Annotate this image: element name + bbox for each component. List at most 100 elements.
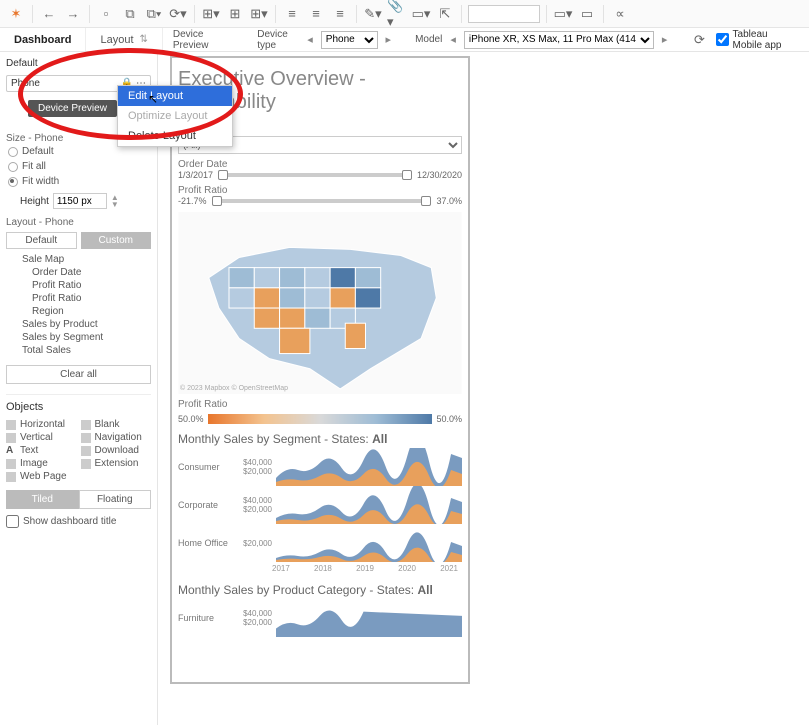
- model-next-icon[interactable]: ▸: [662, 33, 668, 46]
- tab-layout[interactable]: Layout⇅: [86, 28, 162, 51]
- presentation-icon[interactable]: ▭: [577, 4, 597, 24]
- share-icon[interactable]: ∝: [610, 4, 630, 24]
- product-title: Monthly Sales by Product Category - Stat…: [178, 583, 462, 597]
- profit-ratio-slider[interactable]: [213, 199, 431, 203]
- swap-icon[interactable]: ⊞▾: [201, 4, 221, 24]
- order-date-min: 1/3/2017: [178, 170, 213, 180]
- ctx-delete-layout[interactable]: Delete Layout: [118, 126, 232, 146]
- clear-all-button[interactable]: Clear all: [6, 365, 151, 384]
- profit-ratio-label: Profit Ratio: [178, 185, 227, 196]
- pr-legend-label: Profit Ratio: [178, 399, 227, 410]
- obj-image[interactable]: Image: [6, 458, 77, 469]
- new-data-icon[interactable]: ⧉: [120, 4, 140, 24]
- fit-icon[interactable]: ⇱: [435, 4, 455, 24]
- segment-title: Monthly Sales by Segment - States: All: [178, 432, 462, 446]
- seg-row-label: Corporate: [178, 500, 232, 510]
- tree-item[interactable]: Profit Ratio: [6, 292, 151, 305]
- y-axis-label: $40,000 $20,000: [236, 496, 272, 514]
- map-attrib: © 2023 Mapbox © OpenStreetMap: [180, 385, 288, 392]
- obj-blank[interactable]: Blank: [81, 419, 152, 430]
- layout-custom-button[interactable]: Custom: [81, 232, 152, 249]
- size-fitwidth-radio[interactable]: Fit width: [6, 174, 151, 189]
- height-label: Height: [20, 196, 49, 207]
- tree-item[interactable]: Order Date: [6, 266, 151, 279]
- mobile-app-checkbox[interactable]: Tableau Mobile app: [716, 29, 799, 51]
- top-toolbar: ✶ ← → ▫ ⧉ ⧉▾ ⟳▾ ⊞▾ ⊞ ⊞▾ ≡ ≡ ≡ ✎▾ 📎▾ ▭▾ ⇱…: [0, 0, 809, 28]
- obj-navigation[interactable]: Navigation: [81, 432, 152, 443]
- refresh-icon[interactable]: ⟳▾: [168, 4, 188, 24]
- order-date-slider[interactable]: [219, 173, 411, 177]
- cursor-icon: ↖: [148, 92, 158, 106]
- tab-close-icon[interactable]: ⇅: [140, 34, 148, 45]
- device-preview-label: Device Preview: [173, 29, 228, 51]
- dashboard-canvas: Executive Overview - Profitability Regio…: [158, 52, 809, 725]
- order-date-label: Order Date: [178, 159, 227, 170]
- stepper-icon[interactable]: ▲▼: [111, 194, 119, 208]
- device-type-select[interactable]: Phone: [321, 31, 378, 49]
- obj-text[interactable]: AText: [6, 445, 77, 456]
- tree-item[interactable]: Sales by Segment: [6, 331, 151, 344]
- pr-left: 50.0%: [178, 414, 204, 424]
- floating-button[interactable]: Floating: [79, 490, 152, 509]
- show-title-checkbox[interactable]: Show dashboard title: [6, 515, 151, 528]
- tree-item[interactable]: Sales by Product: [6, 318, 151, 331]
- profit-ratio-max: 37.0%: [436, 196, 462, 206]
- show-labels-icon[interactable]: ≡: [306, 4, 326, 24]
- obj-download[interactable]: Download: [81, 445, 152, 456]
- tree-item[interactable]: Sale Map: [6, 253, 151, 266]
- obj-extension[interactable]: Extension: [81, 458, 152, 469]
- tree-item[interactable]: Profit Ratio: [6, 279, 151, 292]
- sale-map[interactable]: © 2023 Mapbox © OpenStreetMap: [178, 212, 462, 394]
- device-preview-button[interactable]: Device Preview: [28, 100, 117, 117]
- sort-desc-icon[interactable]: ⊞▾: [249, 4, 269, 24]
- new-sheet-icon[interactable]: ⧉▾: [144, 4, 164, 24]
- layout-header: Layout - Phone: [6, 217, 151, 228]
- obj-vertical[interactable]: Vertical: [6, 432, 77, 443]
- group-icon[interactable]: ≡: [282, 4, 302, 24]
- tiled-button[interactable]: Tiled: [6, 490, 79, 509]
- ctx-edit-layout[interactable]: Edit Layout: [118, 86, 232, 106]
- tab-row: Dashboard Layout⇅ Device Preview Device …: [0, 28, 809, 52]
- y-axis-label: $20,000: [236, 539, 272, 548]
- tree-item[interactable]: Total Sales: [6, 344, 151, 357]
- model-select[interactable]: iPhone XR, XS Max, 11 Pro Max (414 x 89.…: [464, 31, 654, 49]
- context-menu: Edit Layout Optimize Layout Delete Layou…: [117, 85, 233, 147]
- pr-right: 50.0%: [436, 414, 462, 424]
- ctx-optimize-layout: Optimize Layout: [118, 106, 232, 126]
- objects-header: Objects: [6, 394, 151, 415]
- seg-row-label: Consumer: [178, 462, 232, 472]
- totals-icon[interactable]: ≡: [330, 4, 350, 24]
- tree-item[interactable]: Region: [6, 305, 151, 318]
- layout-default-button[interactable]: Default: [6, 232, 77, 249]
- forward-icon[interactable]: →: [63, 4, 83, 24]
- fit-select[interactable]: [468, 5, 540, 23]
- area-chart: [276, 486, 462, 524]
- size-fitall-radio[interactable]: Fit all: [6, 159, 151, 174]
- pr-gradient: [208, 414, 433, 424]
- highlight-icon[interactable]: ✎▾: [363, 4, 383, 24]
- device-type-next-icon[interactable]: ▸: [386, 33, 392, 46]
- logo-icon: ✶: [6, 4, 26, 24]
- show-cards-icon[interactable]: ▭▾: [553, 4, 573, 24]
- y-axis-label: $40,000 $20,000: [236, 458, 272, 476]
- attach-icon[interactable]: 📎▾: [387, 4, 407, 24]
- rotate-icon[interactable]: ⟳: [691, 30, 707, 50]
- order-date-max: 12/30/2020: [417, 170, 462, 180]
- obj-horizontal[interactable]: Horizontal: [6, 419, 77, 430]
- profit-ratio-min: -21.7%: [178, 196, 207, 206]
- sort-asc-icon[interactable]: ⊞: [225, 4, 245, 24]
- device-type-prev-icon[interactable]: ◂: [307, 33, 313, 46]
- seg-row-label: Home Office: [178, 538, 232, 548]
- save-icon[interactable]: ▫: [96, 4, 116, 24]
- model-label: Model: [415, 34, 442, 45]
- obj-webpage[interactable]: Web Page: [6, 471, 77, 482]
- area-chart: [276, 448, 462, 486]
- worksheet-icon[interactable]: ▭▾: [411, 4, 431, 24]
- tab-dashboard[interactable]: Dashboard: [0, 28, 86, 51]
- height-input[interactable]: [53, 193, 107, 209]
- back-icon[interactable]: ←: [39, 4, 59, 24]
- area-chart: [276, 599, 462, 637]
- model-prev-icon[interactable]: ◂: [450, 33, 456, 46]
- default-row[interactable]: Default: [6, 56, 151, 71]
- prod-row-label: Furniture: [178, 613, 232, 623]
